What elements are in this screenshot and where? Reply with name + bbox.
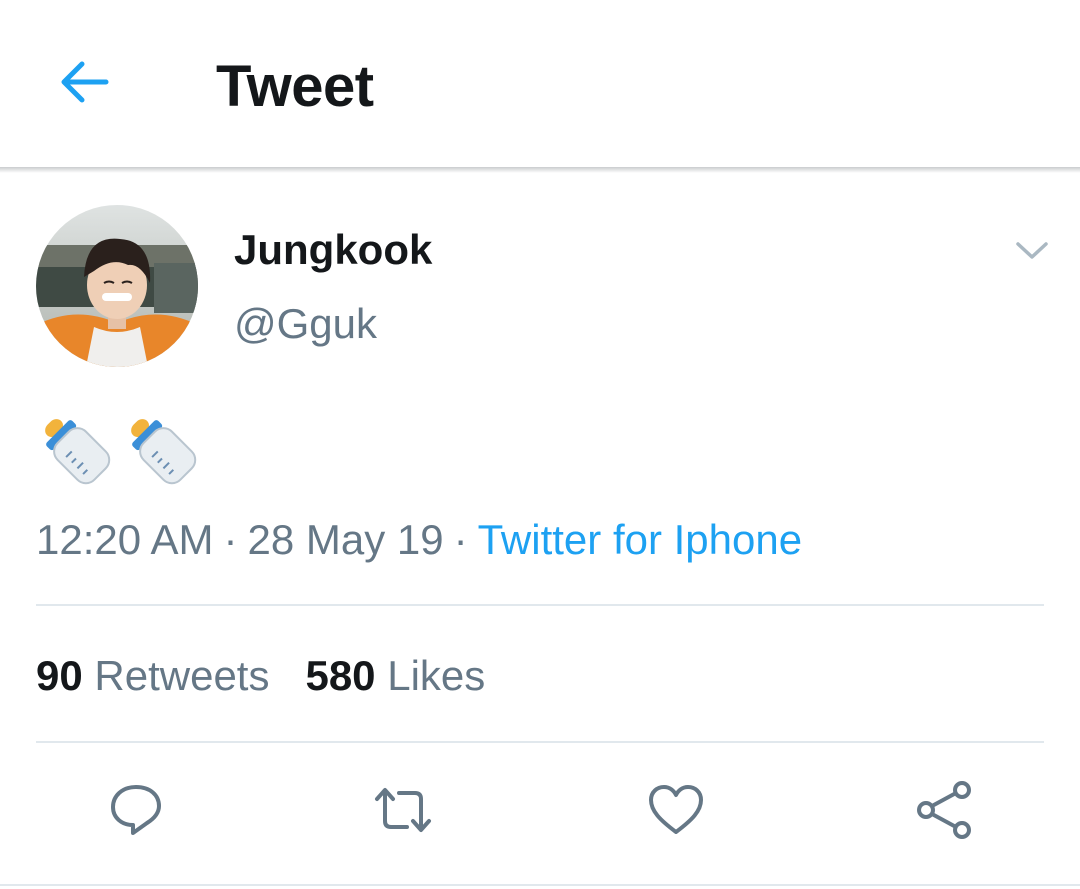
share-button[interactable] [913, 778, 977, 842]
baby-bottle-emoji [45, 419, 111, 485]
author-handle[interactable]: @Gguk [234, 298, 377, 350]
reply-button[interactable] [104, 778, 168, 842]
app-header: Tweet [0, 0, 1080, 168]
retweets-label: Retweets [94, 652, 270, 699]
author-name[interactable]: Jungkook [234, 224, 432, 276]
divider [36, 604, 1044, 606]
likes-count: 580 [305, 652, 376, 699]
share-icon[interactable] [914, 779, 976, 841]
tweet-date: 28 May 19 [247, 516, 444, 563]
tweet-source-link[interactable]: Twitter for Iphone [478, 516, 803, 563]
tweet-meta: 12:20 AM · 28 May 19 · Twitter for Iphone [36, 514, 802, 566]
meta-separator: · [453, 516, 468, 563]
likes-stat[interactable]: 580 Likes [305, 652, 485, 699]
page-title: Tweet [216, 54, 374, 119]
tweet-text [36, 410, 202, 490]
meta-separator: · [223, 516, 238, 563]
reply-icon[interactable] [107, 781, 165, 839]
likes-label: Likes [387, 652, 486, 699]
avatar[interactable] [36, 205, 198, 367]
baby-bottle-emoji [131, 419, 197, 485]
retweets-stat[interactable]: 90 Retweets [36, 652, 269, 699]
tweet-menu-button[interactable] [1010, 228, 1054, 272]
back-button[interactable] [54, 52, 114, 112]
header-divider [0, 167, 1080, 173]
tweet-time: 12:20 AM [36, 516, 214, 563]
retweet-button[interactable] [371, 778, 435, 842]
chevron-down-icon[interactable] [1014, 238, 1050, 262]
bottom-divider [0, 884, 1080, 886]
like-icon[interactable] [646, 782, 706, 838]
tweet-stats: 90 Retweets 580 Likes [36, 650, 521, 702]
retweets-count: 90 [36, 652, 83, 699]
divider [36, 741, 1044, 743]
like-button[interactable] [644, 778, 708, 842]
avatar-photo [36, 205, 198, 367]
retweet-icon[interactable] [371, 781, 435, 839]
arrow-left-icon[interactable] [58, 60, 110, 104]
